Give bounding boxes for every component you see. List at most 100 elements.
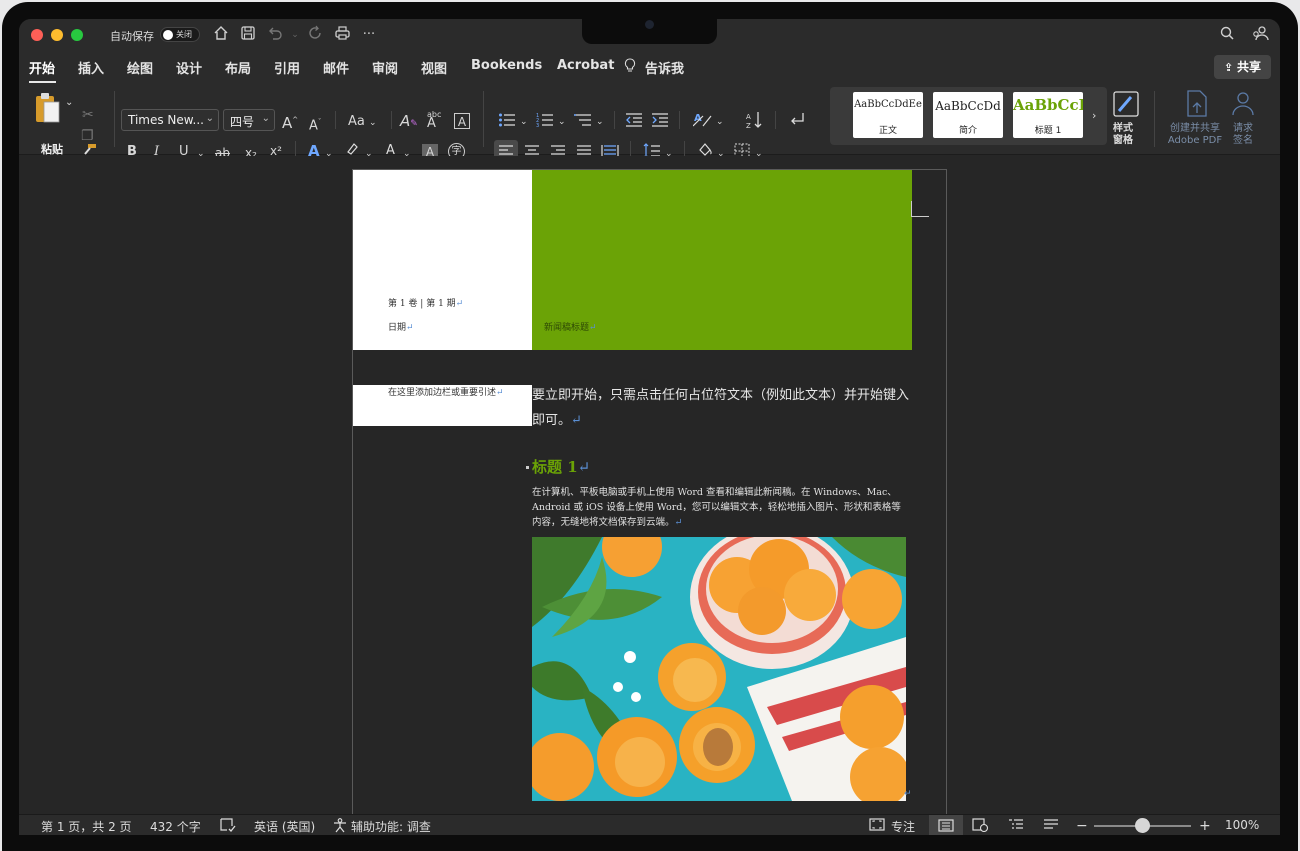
- tab-view[interactable]: 视图: [421, 58, 447, 77]
- close-window-button[interactable]: [31, 29, 43, 41]
- redo-icon[interactable]: [305, 25, 325, 45]
- style-subtitle-name: 简介: [958, 126, 977, 136]
- request-signature-label[interactable]: 请求 签名: [1227, 123, 1259, 147]
- outline-view-icon[interactable]: [1008, 818, 1024, 834]
- draft-view-icon[interactable]: [1043, 818, 1059, 834]
- styles-pane-label[interactable]: 样式 窗格: [1113, 123, 1133, 147]
- ribbon-separator: [335, 111, 336, 129]
- tab-design[interactable]: 设计: [176, 58, 202, 77]
- zoom-window-button[interactable]: [71, 29, 83, 41]
- tab-acrobat[interactable]: Acrobat: [557, 58, 614, 73]
- tab-mailings[interactable]: 邮件: [323, 58, 349, 77]
- tab-draw[interactable]: 绘图: [127, 58, 153, 77]
- clear-formatting-icon[interactable]: A✎: [400, 113, 418, 132]
- increase-font-size-icon[interactable]: A^: [282, 112, 298, 131]
- print-icon[interactable]: [332, 25, 352, 45]
- chevron-down-icon[interactable]: ⌄: [716, 114, 724, 130]
- paragraph-marks-icon[interactable]: [787, 111, 805, 131]
- style-subtitle[interactable]: AaBbCcDd 简介: [933, 92, 1003, 138]
- tab-layout[interactable]: 布局: [225, 58, 251, 77]
- style-normal-sample: AaBbCcDdEe: [854, 99, 922, 110]
- zoom-out-button[interactable]: −: [1076, 818, 1088, 834]
- chevron-down-icon[interactable]: ⌄: [520, 114, 528, 130]
- font-name-dropdown[interactable]: Times New... ⌄: [121, 109, 219, 131]
- change-case-button[interactable]: Aa ⌄: [348, 114, 377, 131]
- tab-bookends[interactable]: Bookends: [471, 58, 542, 73]
- create-pdf-label[interactable]: 创建并共享 Adobe PDF: [1164, 123, 1226, 147]
- ribbon-separator: [679, 111, 680, 129]
- undo-dropdown-icon[interactable]: ⌄: [285, 25, 305, 45]
- chevron-down-icon[interactable]: ⌄: [558, 114, 566, 130]
- style-heading-1[interactable]: AaBbCcI 标题 1: [1013, 92, 1083, 138]
- chevron-down-icon: ⌄: [205, 113, 214, 124]
- apricots-photo[interactable]: [532, 537, 906, 801]
- chevron-down-icon[interactable]: ⌄: [596, 114, 604, 130]
- web-layout-view-icon[interactable]: [972, 818, 989, 835]
- tab-insert[interactable]: 插入: [78, 58, 104, 77]
- undo-icon[interactable]: [265, 25, 285, 45]
- date-text: 日期: [388, 323, 407, 333]
- request-signature-icon[interactable]: [1230, 89, 1256, 123]
- document-canvas[interactable]: 第 1 卷 | 第 1 期↵ 日期↵ 新闻稿标题↵ 在这里添加边栏或重要引述↵ …: [19, 156, 1280, 829]
- cut-icon[interactable]: ✂: [82, 107, 94, 123]
- numbering-icon[interactable]: 123: [536, 112, 554, 132]
- tab-references[interactable]: 引用: [274, 58, 300, 77]
- tab-home[interactable]: 开始: [29, 58, 55, 77]
- word-count[interactable]: 432 个字: [150, 818, 201, 835]
- page-count[interactable]: 第 1 页，共 2 页: [41, 818, 132, 835]
- volume-issue[interactable]: 第 1 卷 | 第 1 期↵: [388, 296, 463, 309]
- autosave-toggle[interactable]: 关闭: [160, 27, 200, 42]
- create-pdf-icon[interactable]: [1183, 89, 1209, 123]
- date-field[interactable]: 日期↵: [388, 320, 414, 333]
- proofing-icon[interactable]: [220, 818, 236, 835]
- increase-indent-icon[interactable]: [651, 112, 669, 132]
- bullets-icon[interactable]: [498, 112, 516, 132]
- ribbon-separator: [114, 91, 115, 147]
- intro-paragraph[interactable]: 要立即开始，只需点击任何占位符文本（例如此文本）并开始键入即可。↵: [532, 383, 917, 433]
- sidebar-quote[interactable]: 在这里添加边栏或重要引述↵: [388, 385, 504, 398]
- zoom-level[interactable]: 100%: [1225, 818, 1259, 832]
- paste-icon[interactable]: [33, 91, 63, 129]
- paste-dropdown-icon[interactable]: ⌄: [65, 97, 73, 108]
- home-icon[interactable]: [211, 25, 231, 45]
- font-name-value: Times New...: [128, 113, 204, 127]
- zoom-slider-thumb[interactable]: [1135, 818, 1150, 833]
- heading-1[interactable]: 标题 1↵: [532, 456, 590, 477]
- document-page[interactable]: 第 1 卷 | 第 1 期↵ 日期↵ 新闻稿标题↵ 在这里添加边栏或重要引述↵ …: [352, 169, 947, 829]
- newsletter-title[interactable]: 新闻稿标题↵: [544, 320, 597, 333]
- style-subtitle-sample: AaBbCcDd: [935, 99, 1001, 113]
- font-size-dropdown[interactable]: 四号 ⌄: [223, 109, 275, 131]
- character-border-icon[interactable]: A: [454, 113, 470, 129]
- share-button[interactable]: ⇪ 共享: [1214, 55, 1271, 79]
- svg-text:A: A: [746, 113, 751, 121]
- accessibility-status[interactable]: 辅助功能: 调查: [351, 818, 431, 835]
- focus-icon[interactable]: [869, 818, 885, 834]
- tab-review[interactable]: 审阅: [372, 58, 398, 77]
- asian-layout-icon[interactable]: A: [692, 112, 713, 132]
- zoom-in-button[interactable]: +: [1199, 818, 1211, 834]
- decrease-indent-icon[interactable]: [625, 112, 643, 132]
- copy-icon[interactable]: ❐: [81, 128, 94, 144]
- ribbon-separator: [614, 111, 615, 129]
- body-paragraph[interactable]: 在计算机、平板电脑或手机上使用 Word 查看和编辑此新闻稿。在 Windows…: [532, 485, 907, 530]
- sort-icon[interactable]: AZ: [746, 111, 764, 133]
- volume-issue-text: 第 1 卷 | 第 1 期: [388, 299, 456, 309]
- more-icon[interactable]: ···: [359, 25, 379, 45]
- save-icon[interactable]: [238, 25, 258, 45]
- search-icon[interactable]: [1217, 25, 1237, 45]
- paste-label: 粘贴: [41, 143, 63, 156]
- share-people-icon[interactable]: [1251, 25, 1271, 45]
- styles-gallery: AaBbCcDdEe 正文 AaBbCcDd 简介 AaBbCcI 标题 1 ›: [830, 87, 1107, 145]
- accessibility-icon[interactable]: [332, 818, 348, 835]
- print-layout-view-button[interactable]: [929, 815, 963, 835]
- styles-pane-icon[interactable]: [1111, 89, 1141, 123]
- language-status[interactable]: 英语 (英国): [254, 818, 315, 835]
- styles-next-chevron-icon[interactable]: ›: [1092, 108, 1096, 124]
- focus-mode-button[interactable]: 专注: [891, 818, 915, 835]
- tab-tell-me[interactable]: 告诉我: [645, 58, 684, 77]
- multilevel-list-icon[interactable]: [574, 112, 592, 132]
- decrease-font-size-icon[interactable]: Aˇ: [309, 114, 321, 134]
- phonetic-guide-icon[interactable]: abc A: [427, 110, 441, 130]
- style-normal[interactable]: AaBbCcDdEe 正文: [853, 92, 923, 138]
- minimize-window-button[interactable]: [51, 29, 63, 41]
